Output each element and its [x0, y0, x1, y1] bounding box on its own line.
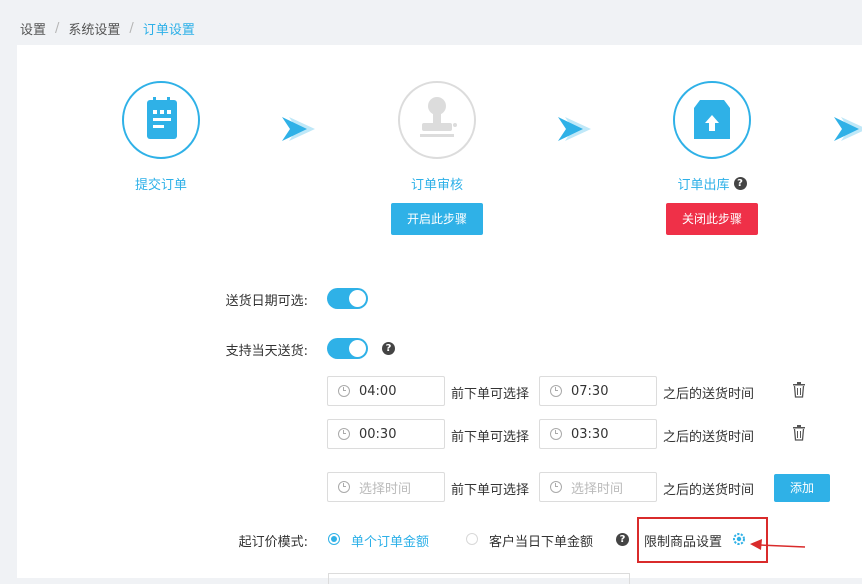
time-placeholder: 选择时间	[571, 481, 624, 497]
mid-text: 前下单可选择	[451, 387, 530, 402]
clock-icon	[550, 481, 562, 493]
box-upload-icon	[694, 100, 730, 139]
step-outbound-label: 订单出库	[677, 178, 730, 193]
time-before-value: 04:00	[359, 383, 397, 399]
clock-icon	[338, 481, 350, 493]
end-text: 之后的送货时间	[663, 387, 755, 402]
time-before-input[interactable]: 00:30	[327, 419, 445, 449]
add-time-button[interactable]: 添加	[774, 474, 830, 502]
delivery-date-toggle[interactable]	[327, 288, 368, 309]
breadcrumb-settings[interactable]: 设置	[20, 19, 46, 38]
end-text: 之后的送货时间	[663, 483, 755, 498]
bottom-input[interactable]	[328, 573, 630, 584]
daily-total-label[interactable]: 客户当日下单金额	[489, 531, 593, 550]
order-form-icon	[147, 97, 177, 139]
same-day-label: 支持当天送货:	[225, 344, 308, 359]
step-review-label: 订单审核	[410, 178, 463, 193]
radio-single-order[interactable]	[328, 533, 340, 545]
mid-text: 前下单可选择	[451, 430, 530, 445]
breadcrumb: 设置 / 系统设置 / 订单设置	[20, 18, 195, 38]
step-arrow-icon	[558, 117, 591, 141]
enable-step-button[interactable]: 开启此步骤	[391, 203, 483, 235]
breadcrumb-order-settings: 订单设置	[142, 22, 195, 38]
clock-icon	[338, 428, 350, 440]
step-submit-label: 提交订单	[134, 178, 187, 193]
trash-icon[interactable]	[792, 425, 806, 441]
clock-icon	[550, 428, 562, 440]
step-order-review: 订单审核 开启此步骤	[347, 81, 527, 235]
trash-icon[interactable]	[792, 382, 806, 398]
mode-help-icon[interactable]: ?	[616, 533, 629, 546]
breadcrumb-separator: /	[55, 20, 60, 36]
step-arrow-icon	[834, 117, 862, 141]
help-icon[interactable]: ?	[733, 177, 747, 190]
step-order-outbound: 订单出库 ? 关闭此步骤	[622, 81, 802, 235]
breadcrumb-system-settings[interactable]: 系统设置	[68, 19, 120, 38]
single-order-label[interactable]: 单个订单金额	[351, 531, 429, 550]
clock-icon	[550, 385, 562, 397]
step-submit-order: 提交订单	[71, 81, 251, 193]
time-after-input[interactable]: 03:30	[539, 419, 657, 449]
new-time-after-input[interactable]: 选择时间	[539, 472, 657, 502]
time-after-value: 03:30	[571, 426, 609, 442]
step-submit-circle	[122, 81, 200, 159]
step-review-circle	[398, 81, 476, 159]
time-after-value: 07:30	[571, 383, 609, 399]
step-arrow-icon	[282, 117, 315, 141]
time-before-value: 00:30	[359, 426, 397, 442]
same-day-toggle[interactable]	[327, 338, 368, 359]
radio-daily-total[interactable]	[466, 533, 478, 545]
step-outbound-circle	[673, 81, 751, 159]
end-text: 之后的送货时间	[663, 430, 755, 445]
clock-icon	[338, 385, 350, 397]
disable-step-button[interactable]: 关闭此步骤	[666, 203, 758, 235]
time-before-input[interactable]: 04:00	[327, 376, 445, 406]
new-time-before-input[interactable]: 选择时间	[327, 472, 445, 502]
same-day-help-icon[interactable]: ?	[382, 342, 395, 355]
breadcrumb-separator: /	[129, 20, 134, 36]
limit-goods-gear-icon[interactable]	[732, 532, 746, 546]
min-order-mode-label: 起订价模式:	[238, 535, 308, 550]
stamp-icon	[420, 97, 457, 137]
time-placeholder: 选择时间	[359, 481, 412, 497]
delivery-date-label: 送货日期可选:	[225, 294, 308, 309]
time-after-input[interactable]: 07:30	[539, 376, 657, 406]
annotation-arrow-icon	[750, 539, 806, 550]
mid-text: 前下单可选择	[451, 483, 530, 498]
limit-goods-label: 限制商品设置	[644, 535, 723, 550]
